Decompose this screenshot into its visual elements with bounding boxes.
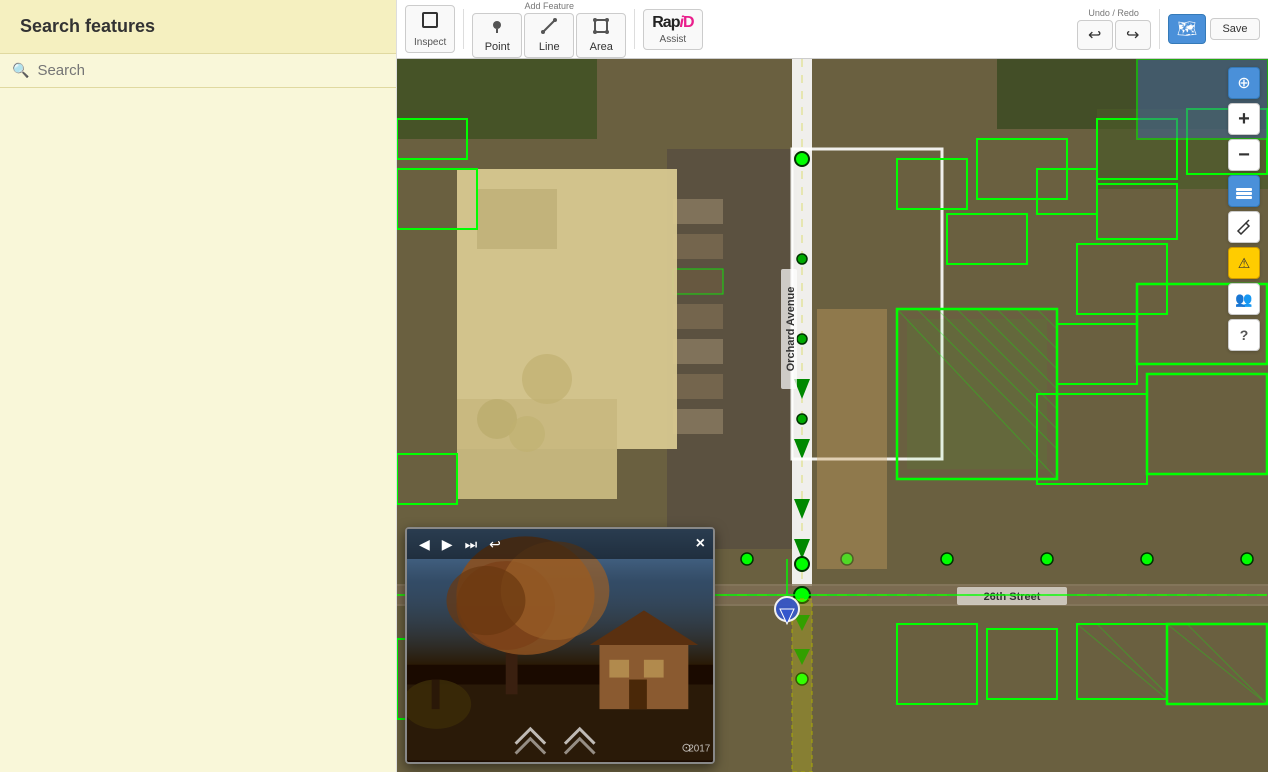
edit-icon <box>1236 219 1252 235</box>
point-button[interactable]: Point <box>472 13 522 58</box>
users-button[interactable]: 👥 <box>1228 283 1260 315</box>
toolbar: Inspect Add Feature Point Line <box>397 0 1268 59</box>
save-label: Save <box>1222 23 1247 35</box>
warning-button[interactable]: ⚠ <box>1228 247 1260 279</box>
streetview-popup: ◀ ▶ ⏭ ↩ × <box>405 527 715 764</box>
users-icon: 👥 <box>1235 291 1252 308</box>
redo-icon: ↪ <box>1126 25 1139 45</box>
area-icon <box>593 18 609 39</box>
streetview-svg: ⊙ 2017 <box>407 529 713 762</box>
line-label: Line <box>539 41 560 53</box>
inspect-icon <box>420 10 440 35</box>
help-button[interactable]: ? <box>1228 319 1260 351</box>
sidebar: Search features 🔍 <box>0 0 397 772</box>
layers-icon: 🗺 <box>1177 19 1197 39</box>
redo-button[interactable]: ↪ <box>1115 20 1151 50</box>
layers-map-icon <box>1235 182 1253 200</box>
sv-next-button[interactable]: ⏭ <box>461 534 482 555</box>
add-feature-label: Add Feature <box>524 1 574 11</box>
sidebar-title: Search features <box>0 0 396 54</box>
help-icon: ? <box>1240 327 1249 343</box>
save-button[interactable]: Save <box>1210 18 1260 40</box>
search-bar: 🔍 <box>0 54 396 88</box>
search-input[interactable] <box>37 62 384 79</box>
undo-icon: ↩ <box>1088 25 1101 45</box>
svg-text:2017: 2017 <box>688 744 710 755</box>
sv-prev-button[interactable]: ◀ <box>415 534 434 555</box>
inspect-button[interactable]: Inspect <box>405 5 455 53</box>
area-label: Area <box>590 41 613 53</box>
search-icon: 🔍 <box>12 62 29 79</box>
area-button[interactable]: Area <box>576 13 626 58</box>
add-feature-buttons: Point Line Area <box>472 13 626 58</box>
sv-close-button[interactable]: × <box>696 535 705 553</box>
sidebar-content <box>0 88 396 772</box>
edit-map-button[interactable] <box>1228 211 1260 243</box>
rapid-logo: RapiD <box>652 14 693 32</box>
add-feature-group: Add Feature Point Line Area <box>472 1 626 58</box>
streetview-image: ⊙ 2017 2017 <box>407 529 713 762</box>
sv-back-button[interactable]: ↩ <box>485 534 505 555</box>
inspect-label: Inspect <box>414 37 446 48</box>
sv-play-button[interactable]: ▶ <box>438 534 457 555</box>
svg-text:26th Street: 26th Street <box>984 591 1041 603</box>
svg-text:Orchard Avenue: Orchard Avenue <box>785 287 797 372</box>
map-area[interactable]: 26th Street Orchard Avenue <box>397 59 1268 772</box>
point-label: Point <box>485 41 510 53</box>
compass-button[interactable]: ⊕ <box>1228 67 1260 99</box>
warning-icon: ⚠ <box>1238 255 1251 272</box>
zoom-out-icon: − <box>1238 144 1250 167</box>
map-controls: ⊕ + − ⚠ 👥 ? <box>1228 67 1260 351</box>
assist-label: Assist <box>660 34 687 45</box>
divider-3 <box>1159 9 1160 49</box>
zoom-out-button[interactable]: − <box>1228 139 1260 171</box>
streetview-header: ◀ ▶ ⏭ ↩ × <box>407 529 713 559</box>
rapid-assist-button[interactable]: RapiD Assist <box>643 9 702 50</box>
undo-redo-label: Undo / Redo <box>1088 8 1139 18</box>
undo-redo-group: Undo / Redo ↩ ↪ <box>1077 8 1151 50</box>
zoom-in-icon: + <box>1238 108 1250 131</box>
line-button[interactable]: Line <box>524 13 574 58</box>
line-icon <box>541 18 557 39</box>
undo-button[interactable]: ↩ <box>1077 20 1113 50</box>
layers-map-button[interactable] <box>1228 175 1260 207</box>
divider-1 <box>463 9 464 49</box>
zoom-in-button[interactable]: + <box>1228 103 1260 135</box>
layers-button[interactable]: 🗺 <box>1168 14 1206 44</box>
streetview-nav: ◀ ▶ ⏭ ↩ <box>415 534 505 555</box>
compass-icon: ⊕ <box>1237 73 1250 93</box>
undo-redo-buttons: ↩ ↪ <box>1077 20 1151 50</box>
divider-2 <box>634 9 635 49</box>
point-icon <box>489 18 505 39</box>
